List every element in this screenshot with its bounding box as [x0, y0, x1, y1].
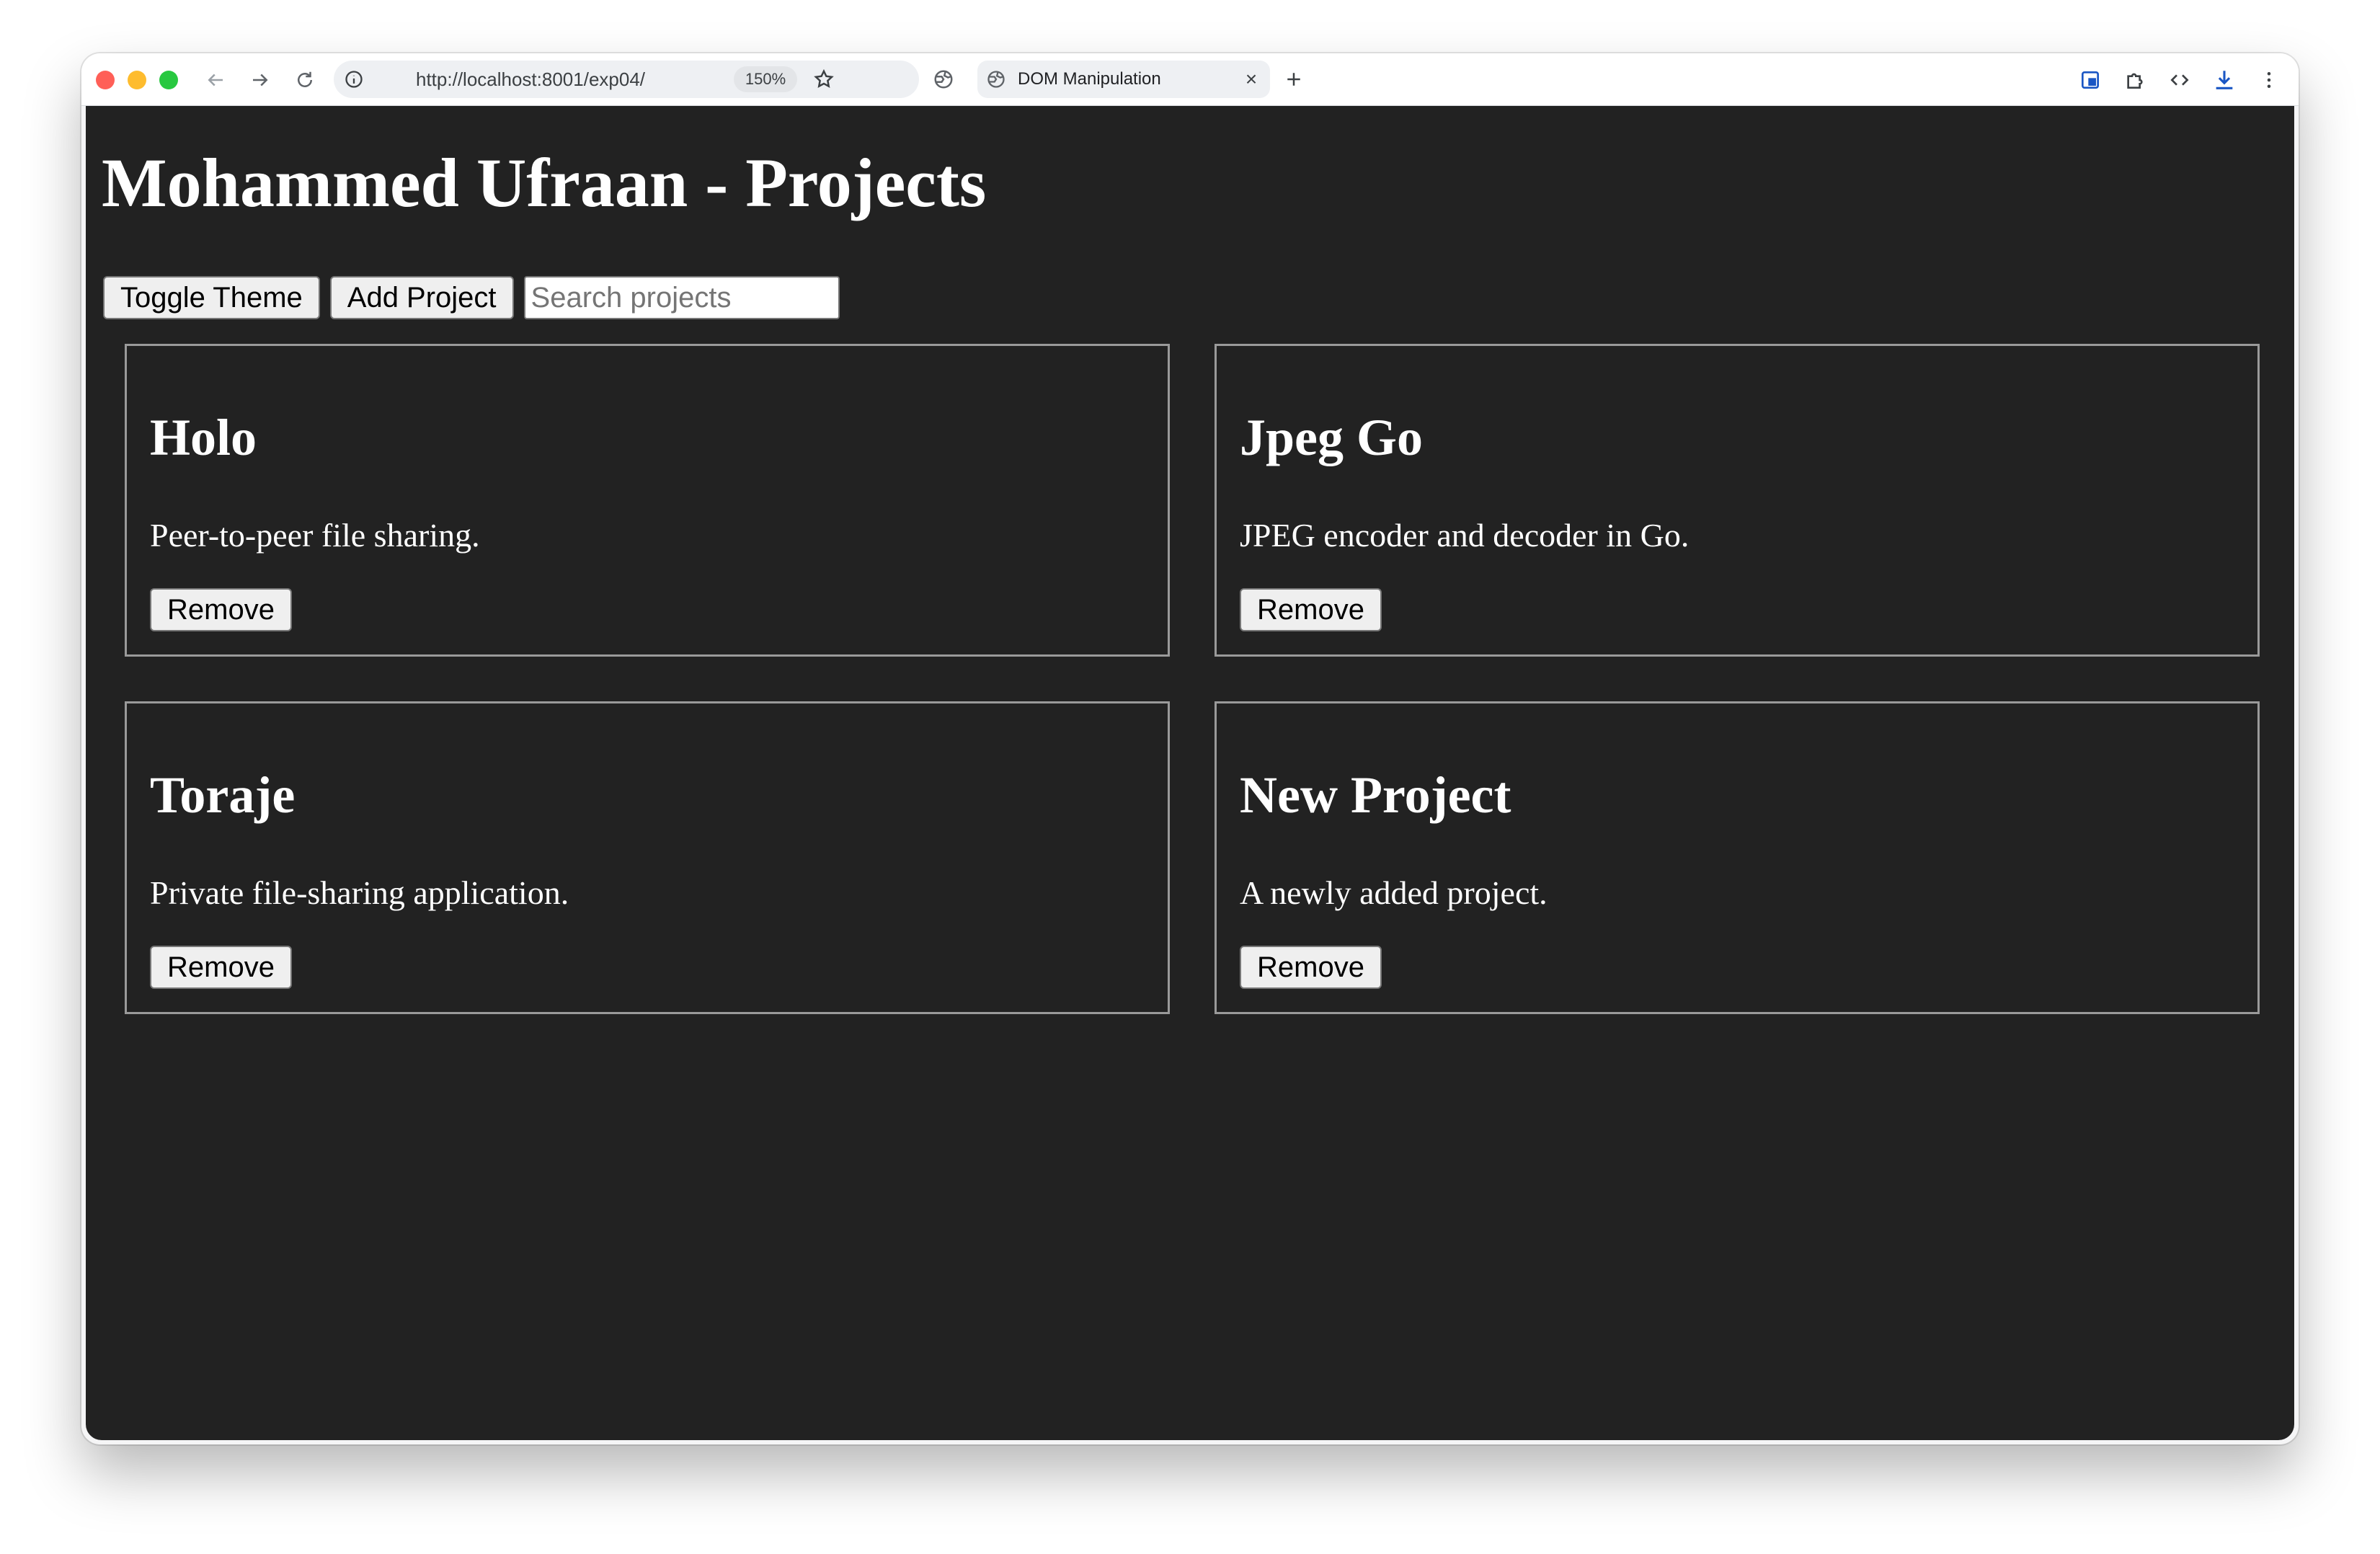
project-card: Jpeg Go JPEG encoder and decoder in Go. … [1215, 344, 2260, 657]
new-tab-button[interactable] [1278, 63, 1310, 95]
project-title: Holo [150, 409, 257, 466]
puzzle-icon[interactable] [2120, 65, 2150, 95]
extension-icon[interactable] [2075, 65, 2105, 95]
remove-button[interactable]: Remove [1240, 588, 1382, 631]
window-maximize-button[interactable] [159, 71, 178, 89]
window-close-button[interactable] [96, 71, 115, 89]
project-card: Holo Peer-to-peer file sharing. Remove [125, 344, 1170, 657]
project-title: New Project [1240, 766, 1511, 824]
reload-icon[interactable] [290, 65, 320, 95]
code-icon[interactable] [2164, 65, 2195, 95]
menu-icon[interactable] [2254, 65, 2284, 95]
page-viewport: Mohammed Ufraan - Projects Toggle Theme … [86, 106, 2294, 1440]
project-description: JPEG encoder and decoder in Go. [1240, 517, 1689, 554]
window-minimize-button[interactable] [128, 71, 146, 89]
toggle-theme-button[interactable]: Toggle Theme [103, 276, 320, 319]
project-title: Toraje [150, 766, 296, 824]
tab-title: DOM Manipulation [1018, 69, 1161, 89]
remove-button[interactable]: Remove [150, 588, 292, 631]
download-icon[interactable] [2209, 65, 2239, 95]
page-title: Mohammed Ufraan - Projects [102, 144, 987, 221]
project-grid: Holo Peer-to-peer file sharing. Remove J… [125, 344, 2260, 1014]
search-input[interactable] [523, 276, 840, 319]
address-bar[interactable]: http://localhost:8001/exp04/ 150% [334, 61, 919, 98]
controls-bar: Toggle Theme Add Project [103, 276, 840, 319]
site-info-icon[interactable] [339, 65, 368, 94]
project-description: A newly added project. [1240, 874, 1548, 911]
browser-window: http://localhost:8001/exp04/ 150% DOM Ma… [81, 53, 2299, 1444]
zoom-indicator[interactable]: 150% [734, 66, 797, 92]
add-project-button[interactable]: Add Project [329, 276, 514, 319]
tab-favicon-icon [986, 69, 1006, 89]
project-title: Jpeg Go [1240, 409, 1424, 466]
browser-toolbar: http://localhost:8001/exp04/ 150% DOM Ma… [81, 53, 2299, 106]
project-description: Peer-to-peer file sharing. [150, 517, 480, 554]
forward-icon[interactable] [245, 65, 275, 95]
close-icon[interactable]: × [1240, 68, 1263, 91]
back-icon[interactable] [200, 65, 231, 95]
bookmark-star-icon[interactable] [809, 65, 838, 94]
project-description: Private file-sharing application. [150, 874, 569, 911]
remove-button[interactable]: Remove [150, 946, 292, 989]
project-card: Toraje Private file-sharing application.… [125, 701, 1170, 1014]
remove-button[interactable]: Remove [1240, 946, 1382, 989]
tab-dom-manipulation[interactable]: DOM Manipulation × [977, 61, 1270, 98]
globe-icon[interactable] [929, 65, 958, 94]
url-text[interactable]: http://localhost:8001/exp04/ [416, 61, 645, 98]
project-card: New Project A newly added project. Remov… [1215, 701, 2260, 1014]
